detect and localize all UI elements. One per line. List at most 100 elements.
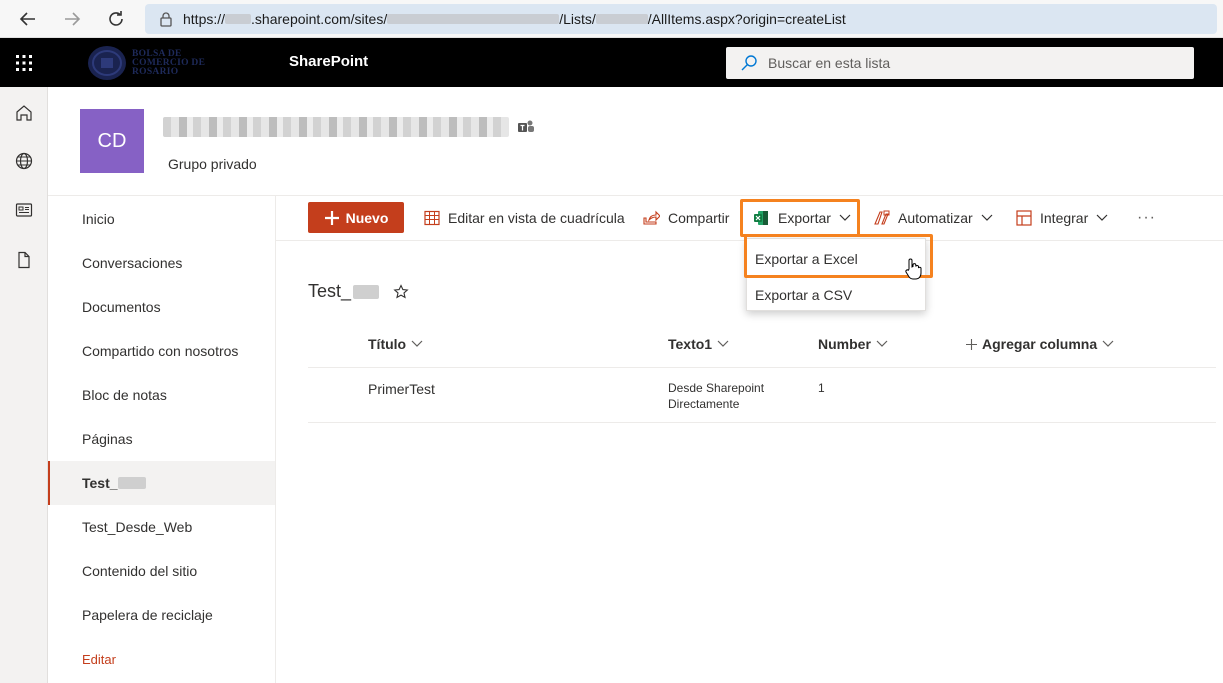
lock-icon xyxy=(159,11,173,27)
seal-icon xyxy=(88,46,126,80)
new-button-label: Nuevo xyxy=(345,209,389,226)
chevron-down-icon xyxy=(411,340,423,347)
more-label: ··· xyxy=(1137,209,1156,226)
integrate-icon xyxy=(1016,210,1032,226)
list-title-text: Test_ xyxy=(308,281,352,301)
home-button[interactable] xyxy=(12,101,36,125)
waffle-icon xyxy=(16,54,32,71)
nav-item-bloc-de-notas[interactable]: Bloc de notas xyxy=(48,373,275,417)
flow-icon xyxy=(874,210,890,225)
automate-label: Automatizar xyxy=(898,210,973,226)
row-divider xyxy=(308,422,1216,423)
add-column-label: Agregar columna xyxy=(982,336,1098,352)
grid-edit-label: Editar en vista de cuadrícula xyxy=(448,210,625,226)
chevron-down-icon xyxy=(839,214,851,221)
url-domain: .sharepoint.com/sites/ xyxy=(251,11,388,27)
nav-item-label: Test_Desde_Web xyxy=(82,519,193,535)
nav-item-label: Contenido del sitio xyxy=(82,563,198,579)
cell-number: 1 xyxy=(818,381,825,395)
back-button[interactable] xyxy=(16,7,40,31)
grid-edit-button[interactable]: Editar en vista de cuadrícula xyxy=(424,196,625,240)
teams-icon xyxy=(518,120,534,132)
site-name-blurred xyxy=(163,117,509,137)
address-bar[interactable]: https:// .sharepoint.com/sites/ /Lists/ … xyxy=(145,4,1217,34)
plus-icon xyxy=(966,338,977,350)
share-label: Compartir xyxy=(668,210,730,226)
export-to-csv-item[interactable]: Exportar a CSV xyxy=(747,277,927,313)
refresh-button[interactable] xyxy=(104,7,128,31)
column-header-titulo[interactable]: Título xyxy=(368,336,423,352)
search-placeholder: Buscar en esta lista xyxy=(768,55,891,71)
news-icon xyxy=(15,203,33,217)
search-box[interactable]: Buscar en esta lista xyxy=(726,47,1194,79)
share-button[interactable]: Compartir xyxy=(643,196,729,240)
excel-icon xyxy=(754,211,768,225)
chevron-down-icon xyxy=(1096,214,1108,221)
nav-item-blurred xyxy=(117,477,146,489)
browser-toolbar: https:// .sharepoint.com/sites/ /Lists/ … xyxy=(0,0,1223,38)
column-header-label: Título xyxy=(368,336,407,352)
nav-item-label: Bloc de notas xyxy=(82,387,167,403)
document-icon xyxy=(18,251,30,269)
app-bar xyxy=(0,87,48,683)
url-lists: /Lists/ xyxy=(559,11,596,27)
home-icon xyxy=(16,105,32,121)
nav-item-papelera[interactable]: Papelera de reciclaje xyxy=(48,593,275,637)
forward-arrow-icon xyxy=(65,12,81,26)
nav-item-inicio[interactable]: Inicio xyxy=(48,197,275,241)
export-button[interactable]: Exportar xyxy=(740,199,860,237)
column-header-label: Number xyxy=(818,336,871,352)
files-button[interactable] xyxy=(12,248,36,272)
star-icon[interactable] xyxy=(393,283,409,300)
header-divider xyxy=(308,367,1216,368)
app-title[interactable]: SharePoint xyxy=(289,53,368,70)
cell-titulo[interactable]: PrimerTest xyxy=(368,381,435,397)
site-logo[interactable]: CD xyxy=(80,109,144,173)
nav-item-test-current[interactable]: Test_ xyxy=(48,461,275,505)
url-suffix: /AllItems.aspx?origin=createList xyxy=(647,11,846,27)
chevron-down-icon xyxy=(1102,340,1114,347)
news-button[interactable] xyxy=(12,198,36,222)
nav-item-paginas[interactable]: Páginas xyxy=(48,417,275,461)
add-column-button[interactable]: Agregar columna xyxy=(966,336,1114,352)
globe-button[interactable] xyxy=(12,149,36,173)
nav-item-label: Compartido con nosotros xyxy=(82,343,239,359)
integrate-label: Integrar xyxy=(1040,210,1089,226)
url-blurred-tenant xyxy=(225,14,252,24)
nav-edit-link[interactable]: Editar xyxy=(48,637,275,681)
list-title-blurred xyxy=(353,284,380,299)
site-header: CD Grupo privado xyxy=(48,87,1223,196)
nav-item-documentos[interactable]: Documentos xyxy=(48,285,275,329)
nav-item-label: Páginas xyxy=(82,431,133,447)
more-button[interactable]: ··· xyxy=(1137,196,1156,240)
organization-logo[interactable]: BOLSA DE COMERCIO DE ROSARIO xyxy=(86,44,236,82)
suite-bar: BOLSA DE COMERCIO DE ROSARIO SharePoint … xyxy=(0,38,1223,87)
site-name[interactable] xyxy=(163,117,535,137)
forward-button[interactable] xyxy=(60,7,84,31)
logo-text: BOLSA DE COMERCIO DE ROSARIO xyxy=(132,48,206,77)
nav-item-test-desde-web[interactable]: Test_Desde_Web xyxy=(48,505,275,549)
menu-item-label: Exportar a CSV xyxy=(755,287,853,303)
column-header-number[interactable]: Number xyxy=(818,336,888,352)
nav-item-compartido[interactable]: Compartido con nosotros xyxy=(48,329,275,373)
cell-texto1-line1: Desde Sharepoint xyxy=(668,381,765,395)
hand-cursor-icon xyxy=(905,258,922,280)
app-launcher-button[interactable] xyxy=(0,38,48,87)
chevron-down-icon xyxy=(876,340,888,347)
globe-icon xyxy=(15,152,33,170)
search-icon xyxy=(741,55,757,71)
left-navigation: Inicio Conversaciones Documentos Compart… xyxy=(48,196,276,683)
column-header-texto1[interactable]: Texto1 xyxy=(668,336,729,352)
nav-item-label: Papelera de reciclaje xyxy=(82,607,213,623)
export-label: Exportar xyxy=(778,210,831,226)
integrate-button[interactable]: Integrar xyxy=(1016,196,1116,240)
url-prefix: https:// xyxy=(183,11,226,27)
nav-item-conversaciones[interactable]: Conversaciones xyxy=(48,241,275,285)
nav-item-label: Inicio xyxy=(82,211,115,227)
chevron-down-icon xyxy=(717,340,729,347)
new-button[interactable]: Nuevo xyxy=(308,202,404,233)
back-arrow-icon xyxy=(19,12,35,26)
url-blurred-list xyxy=(595,14,648,24)
nav-item-label: Test_ xyxy=(82,475,118,491)
nav-item-contenido[interactable]: Contenido del sitio xyxy=(48,549,275,593)
